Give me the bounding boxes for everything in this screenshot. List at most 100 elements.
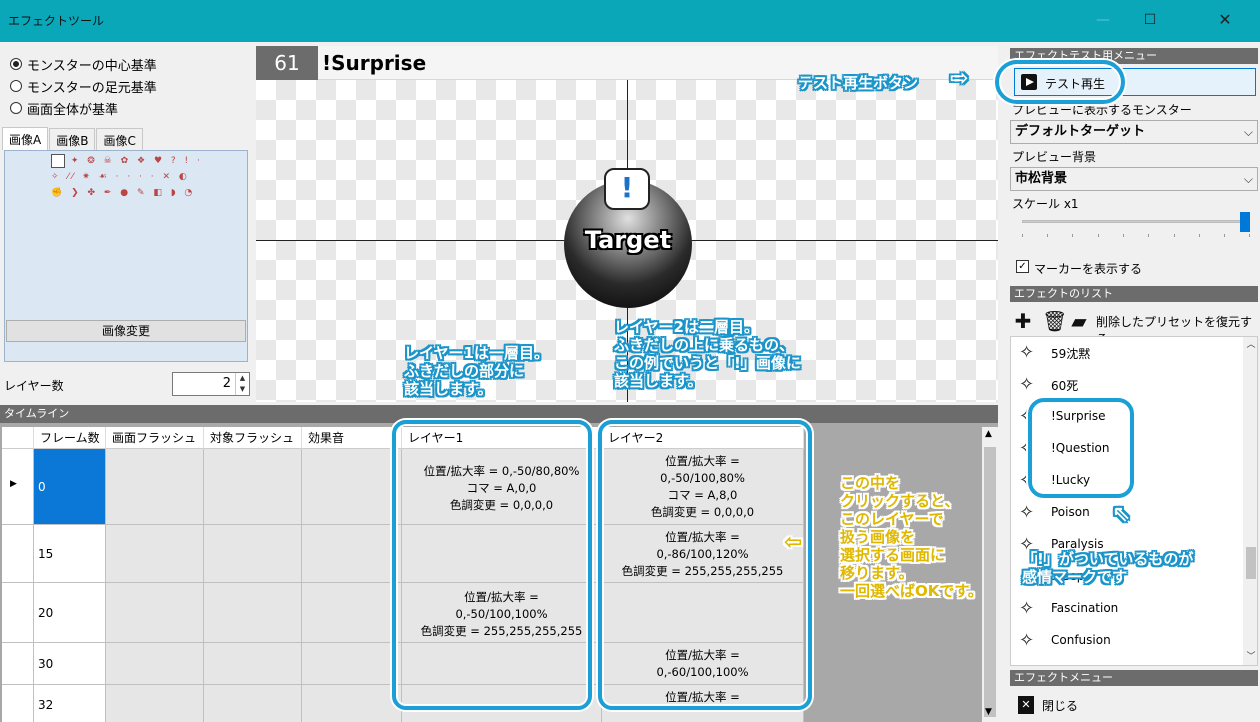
radio-center[interactable]: モンスターの中心基準 — [10, 54, 157, 74]
list-item[interactable]: ✧ Confusion — [1011, 625, 1241, 657]
scale-label: スケール x1 — [1012, 197, 1079, 211]
spin-down-icon[interactable]: ▼ — [235, 384, 249, 395]
annotation-outline-emotion — [1028, 398, 1134, 498]
scroll-thumb[interactable] — [984, 447, 996, 717]
minimize-button[interactable]: — — [1080, 6, 1126, 34]
current-row-icon: ▶ — [10, 479, 17, 489]
row-header[interactable] — [2, 583, 34, 643]
sparkle-icon: ✧ — [1019, 374, 1035, 395]
chevron-up-icon[interactable]: ︿ — [1243, 337, 1257, 353]
add-icon[interactable]: ✚ — [1012, 310, 1034, 332]
radio-icon — [10, 58, 22, 70]
image-tabs: 画像A 画像B 画像C — [2, 127, 144, 150]
sound-cell[interactable] — [302, 685, 402, 722]
speech-bubble-icon: ! — [604, 168, 650, 210]
target-flash-cell[interactable] — [204, 685, 302, 722]
radio-screen[interactable]: 画面全体が基準 — [10, 98, 118, 118]
scale-slider-thumb[interactable] — [1240, 212, 1250, 232]
trash-icon[interactable]: 🗑 — [1042, 310, 1067, 332]
close-icon: ✕ — [1018, 696, 1034, 714]
sound-cell[interactable] — [302, 583, 402, 643]
radio-icon — [10, 102, 22, 114]
timeline-scrollbar[interactable]: ▲ ▼ — [982, 427, 998, 722]
tab-image-a[interactable]: 画像A — [2, 127, 49, 150]
right-panel: エフェクトテスト用メニュー テスト再生 プレビューに表示するモンスター デフォル… — [1008, 44, 1260, 722]
column-header: 画面フラッシュ — [106, 427, 204, 449]
list-item[interactable]: ✧ Fascination — [1011, 593, 1241, 625]
frame-cell[interactable]: 20 — [34, 583, 106, 643]
marker-checkbox[interactable]: ✓ — [1016, 260, 1029, 273]
sound-cell[interactable] — [302, 643, 402, 685]
effect-list-toolbar: ✚ 🗑 ▰ 削除したプリセットを復元する — [1010, 306, 1258, 346]
background-value: 市松背景 — [1015, 171, 1068, 186]
row-header-current[interactable]: ▶ — [2, 449, 34, 525]
annotation-layer1: レイヤー1は一層目。 ふきだしの部分に 該当します。 — [404, 344, 549, 398]
radio-label: モンスターの足元基準 — [27, 80, 157, 96]
frame-cell[interactable]: 15 — [34, 525, 106, 583]
screen-flash-cell[interactable] — [106, 643, 204, 685]
tab-image-c[interactable]: 画像C — [96, 128, 143, 150]
screen-flash-cell[interactable] — [106, 525, 204, 583]
monster-value: デフォルトターゲット — [1015, 124, 1146, 139]
target-flash-cell[interactable] — [204, 643, 302, 685]
column-header: 効果音 — [302, 427, 402, 449]
screen-flash-cell[interactable] — [106, 685, 204, 722]
sprite-row: ✧ ⁄⁄ ✷ ☙ · · · · ✕ ◐ — [51, 172, 190, 182]
scroll-down-icon[interactable]: ▼ — [985, 707, 992, 717]
target-label: Target — [584, 226, 672, 254]
annotation-outline-play — [995, 60, 1125, 104]
row-header[interactable] — [2, 685, 34, 722]
monster-select[interactable]: デフォルトターゲット ⌵ — [1010, 120, 1258, 144]
annotation-test-play: テスト再生ボタン — [798, 74, 919, 92]
folder-icon[interactable]: ▰ — [1068, 310, 1090, 332]
row-header[interactable] — [2, 525, 34, 583]
title-bar: エフェクトツール — ☐ ✕ — [0, 0, 1260, 42]
sparkle-icon: ✧ — [1019, 598, 1035, 619]
radio-label: 画面全体が基準 — [27, 102, 119, 118]
effect-list-scrollbar[interactable]: ︿ ﹀ — [1243, 337, 1257, 665]
sound-cell[interactable] — [302, 525, 402, 583]
list-item[interactable]: ✧ 59沈黙 — [1011, 337, 1241, 369]
frame-cell[interactable]: 0 — [34, 449, 106, 525]
screen-flash-cell[interactable] — [106, 449, 204, 525]
frame-cell[interactable]: 32 — [34, 685, 106, 722]
effect-menu-title: エフェクトメニュー — [1010, 670, 1258, 686]
target-flash-cell[interactable] — [204, 583, 302, 643]
close-window-button[interactable]: ✕ — [1202, 6, 1248, 34]
sound-cell[interactable] — [302, 449, 402, 525]
screen-flash-cell[interactable] — [106, 583, 204, 643]
layer-count-spinner[interactable]: 2 ▲ ▼ — [172, 372, 250, 396]
sprite-sheet[interactable]: ✦ ❂ ☠ ✿ ❖ ♥ ? ! · ✧ ⁄⁄ ✷ ☙ · · · · ✕ ◐ ✊… — [51, 153, 211, 201]
scale-slider-track[interactable] — [1022, 220, 1250, 223]
chevron-down-icon[interactable]: ﹀ — [1243, 649, 1257, 665]
radio-feet[interactable]: モンスターの足元基準 — [10, 76, 157, 96]
slider-ticks — [1022, 234, 1250, 238]
annotation-outline-layer1 — [392, 420, 592, 710]
target-flash-cell[interactable] — [204, 525, 302, 583]
close-button[interactable]: ✕ 閉じる — [1012, 692, 1256, 718]
sprite-row: ✦ ❂ ☠ ✿ ❖ ♥ ? ! · — [70, 156, 203, 166]
chevron-down-icon: ⌵ — [1243, 172, 1253, 186]
row-header[interactable] — [2, 643, 34, 685]
maximize-button[interactable]: ☐ — [1127, 6, 1173, 34]
background-select[interactable]: 市松背景 ⌵ — [1010, 167, 1258, 191]
frame-cell[interactable]: 30 — [34, 643, 106, 685]
layer-count-label: レイヤー数 — [4, 379, 64, 393]
cursor-arrow-icon: ⇖ — [1112, 502, 1131, 527]
change-image-button[interactable]: 画像変更 — [6, 320, 246, 342]
layer-count-value: 2 — [222, 376, 231, 391]
annotation-click-hint: この中を クリックすると、 このレイヤーで 扱う画像を 選択する画面に 移ります… — [840, 474, 983, 600]
list-item[interactable]: ✧ 60死 — [1011, 369, 1241, 401]
tab-image-b[interactable]: 画像B — [49, 128, 96, 150]
annotation-emotion: 「!」がついているものが 感情マークです — [1022, 550, 1194, 586]
annotation-layer2: レイヤー2は二層目。 ふきだしの上に乗るもの、 この例でいうと「!」画像に 該当… — [614, 318, 801, 390]
sparkle-icon: ✧ — [1019, 502, 1035, 523]
window-title: エフェクトツール — [8, 14, 105, 28]
scroll-up-icon[interactable]: ▲ — [985, 429, 992, 439]
effect-list[interactable]: ✧ 59沈黙 ✧ 60死 ✧ !Surprise ✧ !Question ✧ !Lucky… — [1010, 336, 1258, 666]
left-panel: モンスターの中心基準 モンスターの足元基準 画面全体が基準 画像A 画像B 画像… — [0, 44, 252, 404]
scroll-thumb[interactable] — [1246, 547, 1256, 579]
spin-up-icon[interactable]: ▲ — [235, 373, 249, 384]
close-label: 閉じる — [1042, 699, 1079, 713]
target-flash-cell[interactable] — [204, 449, 302, 525]
